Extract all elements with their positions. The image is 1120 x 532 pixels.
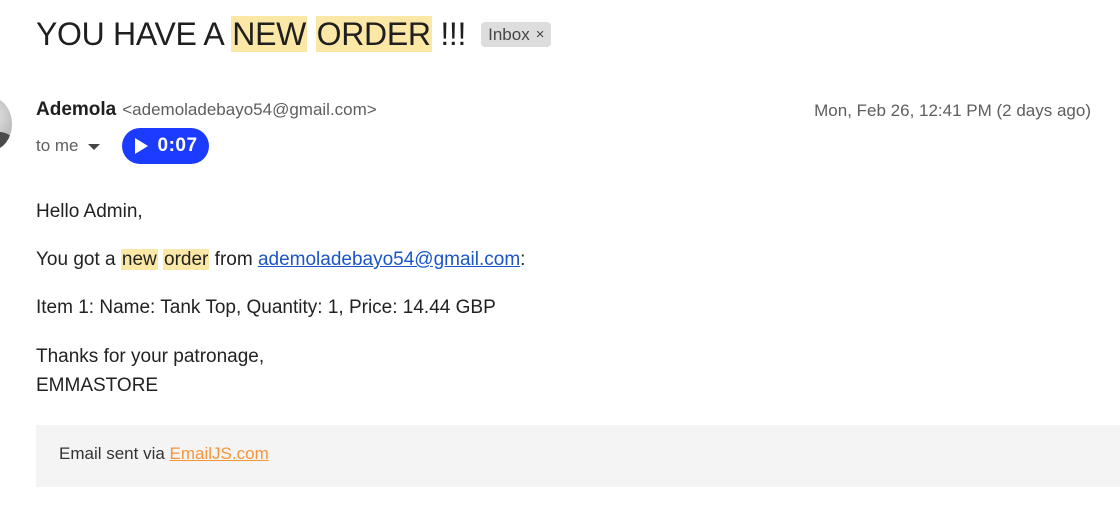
signature-line: EMMASTORE — [36, 375, 159, 396]
subject-highlight-new: NEW — [231, 16, 308, 52]
email-date: Mon, Feb 26, 12:41 PM (2 days ago) — [814, 101, 1091, 120]
email-subject: YOU HAVE A NEW ORDER !!! — [36, 12, 466, 56]
subject-space — [307, 16, 316, 52]
subject-part-1: YOU HAVE A — [36, 16, 232, 52]
sender-avatar[interactable] — [0, 98, 12, 150]
audio-duration: 0:07 — [157, 135, 198, 156]
close-icon[interactable]: × — [536, 22, 545, 47]
customer-email-link[interactable]: ademoladebayo54@gmail.com — [258, 249, 520, 270]
play-icon — [134, 138, 148, 154]
highlight-new: new — [120, 249, 158, 270]
thanks-line: Thanks for your patronage, — [36, 346, 265, 367]
order-line-from: from — [209, 249, 258, 270]
audio-play-button[interactable]: 0:07 — [121, 128, 209, 164]
inbox-label-chip[interactable]: Inbox × — [481, 21, 552, 47]
sender-name[interactable]: Ademola — [36, 99, 116, 121]
footer-prefix: Email sent via — [59, 444, 170, 463]
greeting-line: Hello Admin, — [36, 201, 143, 222]
emailjs-link[interactable]: EmailJS.com — [170, 444, 269, 463]
recipient-row: to me 0:07 — [36, 128, 209, 164]
recipient-details-toggle[interactable]: to me — [36, 136, 100, 156]
subject-part-2: !!! — [431, 16, 467, 52]
subject-row: YOU HAVE A NEW ORDER !!! Inbox × — [36, 12, 552, 56]
sender-row: Ademola <ademoladebayo54@gmail.com> — [36, 99, 377, 121]
order-line-colon: : — [520, 249, 526, 270]
inbox-label-text: Inbox — [488, 24, 530, 44]
order-line-prefix: You got a — [36, 249, 121, 270]
chevron-down-icon — [87, 144, 100, 150]
subject-highlight-order: ORDER — [315, 16, 432, 52]
email-view: YOU HAVE A NEW ORDER !!! Inbox × Ademola… — [0, 0, 1120, 532]
sender-email: <ademoladebayo54@gmail.com> — [122, 100, 377, 119]
order-line: You got a new order from ademoladebayo54… — [36, 246, 525, 274]
footer-text: Email sent via EmailJS.com — [59, 444, 269, 464]
highlight-order: order — [163, 249, 210, 270]
email-footer: Email sent via EmailJS.com — [36, 425, 1120, 487]
recipient-label: to me — [36, 136, 79, 155]
item-line: Item 1: Name: Tank Top, Quantity: 1, Pri… — [36, 297, 496, 318]
